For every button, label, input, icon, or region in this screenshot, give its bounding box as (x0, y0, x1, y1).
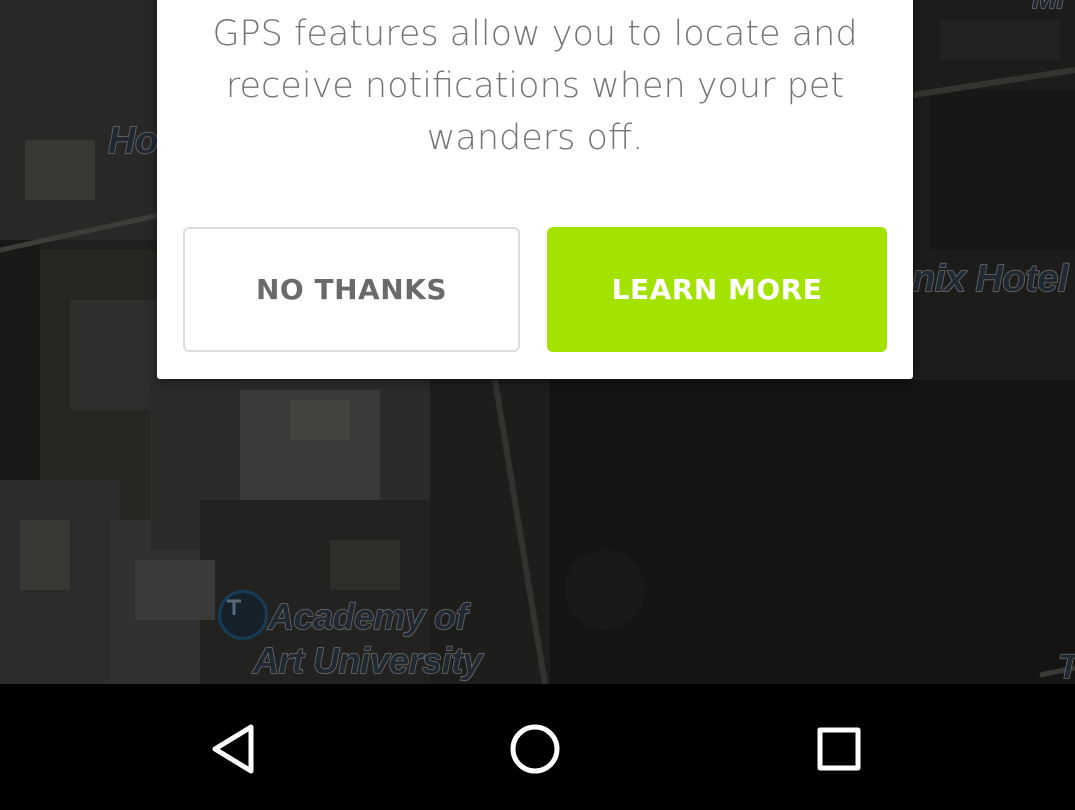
no-thanks-button[interactable]: NO THANKS (183, 227, 520, 352)
android-navigation-bar (0, 684, 1075, 810)
learn-more-button[interactable]: LEARN MORE (547, 227, 887, 352)
recents-square-icon[interactable] (804, 714, 874, 784)
home-circle-icon[interactable] (500, 714, 570, 784)
back-triangle-icon[interactable] (198, 714, 268, 784)
dialog-message: GPS features allow you to locate and rec… (212, 14, 858, 158)
gps-features-dialog: GPS features allow you to locate and rec… (157, 0, 913, 379)
